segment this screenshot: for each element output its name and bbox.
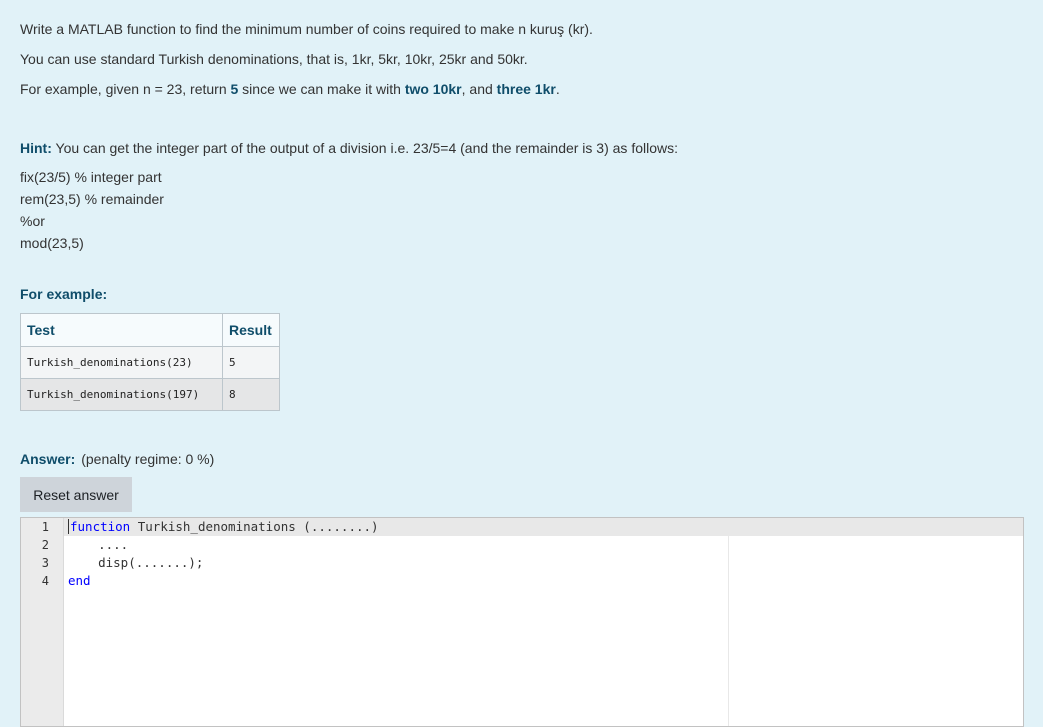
- answer-heading: Answer: (penalty regime: 0 %): [20, 450, 214, 468]
- answer-label: Answer:: [20, 451, 76, 467]
- code-line-4[interactable]: end: [68, 572, 91, 590]
- question-line-3-bold3: three 1kr: [496, 81, 556, 97]
- question-line-3-bold2: two 10kr: [404, 81, 462, 97]
- question-line-2: You can use standard Turkish denominatio…: [20, 51, 528, 67]
- hint-code-line-1: fix(23/5) % integer part: [20, 169, 162, 185]
- result-cell: 5: [222, 346, 280, 379]
- column-header-result: Result: [222, 313, 280, 347]
- line-number: 4: [41, 574, 49, 588]
- hint-code-line-2: rem(23,5) % remainder: [20, 191, 164, 207]
- hint-label: Hint:: [20, 140, 52, 156]
- question-line-1: Write a MATLAB function to find the mini…: [20, 21, 593, 37]
- examples-table: Test Result Turkish_denominations(23) 5 …: [20, 313, 280, 411]
- question-line-3-part4: .: [555, 81, 560, 97]
- test-cell: Turkish_denominations(23): [20, 346, 223, 379]
- hint-code-line-4: mod(23,5): [20, 235, 84, 251]
- question-line-3-part2: since we can make it with: [238, 81, 405, 97]
- keyword-function: function: [70, 519, 131, 534]
- table-row: Turkish_denominations(197) 8: [20, 378, 280, 411]
- line-number: 1: [41, 520, 49, 534]
- line-number: 3: [41, 556, 49, 570]
- question-line-3-part3: , and: [461, 81, 497, 97]
- code-editor[interactable]: 1 2 3 4 function Turkish_denominations (…: [20, 517, 1024, 727]
- print-margin: [728, 518, 729, 726]
- reset-answer-button[interactable]: Reset answer: [20, 477, 132, 512]
- editor-gutter: 1 2 3 4: [21, 518, 64, 726]
- hint-text: You can get the integer part of the outp…: [51, 140, 679, 156]
- hint-code-line-3: %or: [20, 213, 45, 229]
- examples-heading: For example:: [20, 286, 108, 302]
- code-line-1-rest: Turkish_denominations (........): [130, 519, 379, 534]
- table-row: Turkish_denominations(23) 5: [20, 346, 280, 379]
- penalty-regime: (penalty regime: 0 %): [81, 451, 215, 467]
- code-line-1[interactable]: function Turkish_denominations (........…: [68, 518, 379, 536]
- question-line-3-part1: For example, given n = 23, return: [20, 81, 231, 97]
- hint-paragraph: Hint: You can get the integer part of th…: [20, 139, 678, 157]
- code-line-2[interactable]: ....: [68, 536, 128, 554]
- line-number: 2: [41, 538, 49, 552]
- result-cell: 8: [222, 378, 280, 411]
- code-line-3[interactable]: disp(.......);: [68, 554, 203, 572]
- test-cell: Turkish_denominations(197): [20, 378, 223, 411]
- column-header-test: Test: [20, 313, 223, 347]
- keyword-end: end: [68, 573, 91, 588]
- question-line-3: For example, given n = 23, return 5 sinc…: [20, 80, 560, 98]
- text-cursor: [68, 519, 69, 534]
